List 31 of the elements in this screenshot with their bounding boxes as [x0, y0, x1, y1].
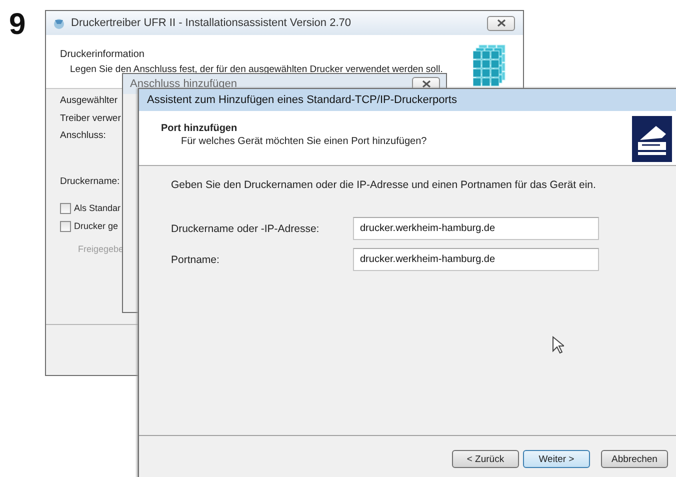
printer-icon [632, 116, 672, 162]
window-title: Anschluss hinzufügen [130, 78, 238, 90]
field-label: Druckername: [60, 176, 120, 188]
installer-app-icon [52, 16, 66, 30]
field-label: Druckername oder -IP-Adresse: [171, 222, 320, 234]
description-text: Legen Sie den Anschluss fest, der für den ausgewählten Drucker verwendet werden soll. [70, 64, 444, 76]
field-label: Treiber verwer [60, 112, 121, 126]
checkbox[interactable] [60, 202, 71, 214]
wizard-button[interactable]: Abbrechen [601, 450, 668, 468]
subtitle-text: Für welches Gerät möchten Sie einen Port hinzufügen? [181, 136, 427, 147]
instruction-text: Geben Sie den Druckernamen oder die IP-Adresse und einen Portnamen für das Gerät ein. [171, 179, 597, 191]
close-icon [422, 80, 430, 88]
close-button[interactable] [487, 16, 515, 30]
checkbox-label: Drucker ge [74, 221, 118, 231]
checkbox[interactable] [60, 220, 71, 232]
input-field[interactable]: drucker.werkheim-hamburg.de [353, 217, 599, 240]
checkbox-label: Als Standar [74, 203, 121, 213]
disabled-label: Freigegebe [78, 244, 124, 254]
mouse-cursor-icon [552, 336, 564, 354]
input-field[interactable]: drucker.werkheim-hamburg.de [353, 248, 599, 271]
wizard-button[interactable]: < Zurück [452, 450, 519, 468]
field-label: Portname: [171, 254, 220, 266]
window-title: Druckertreiber UFR II - Installationsassistent Version 2.70 [71, 17, 352, 29]
wizard-button[interactable]: Weiter > [523, 450, 590, 468]
close-icon [496, 19, 506, 27]
window-title: Assistent zum Hinzufügen eines Standard-TCP/IP-Druckerports [139, 89, 676, 111]
section-heading: Port hinzufügen [161, 123, 238, 134]
field-label: Ausgewählter [60, 95, 118, 108]
field-label: Anschluss: [60, 130, 106, 143]
step-number: 9 [9, 8, 26, 42]
section-heading: Druckerinformation [60, 49, 146, 60]
